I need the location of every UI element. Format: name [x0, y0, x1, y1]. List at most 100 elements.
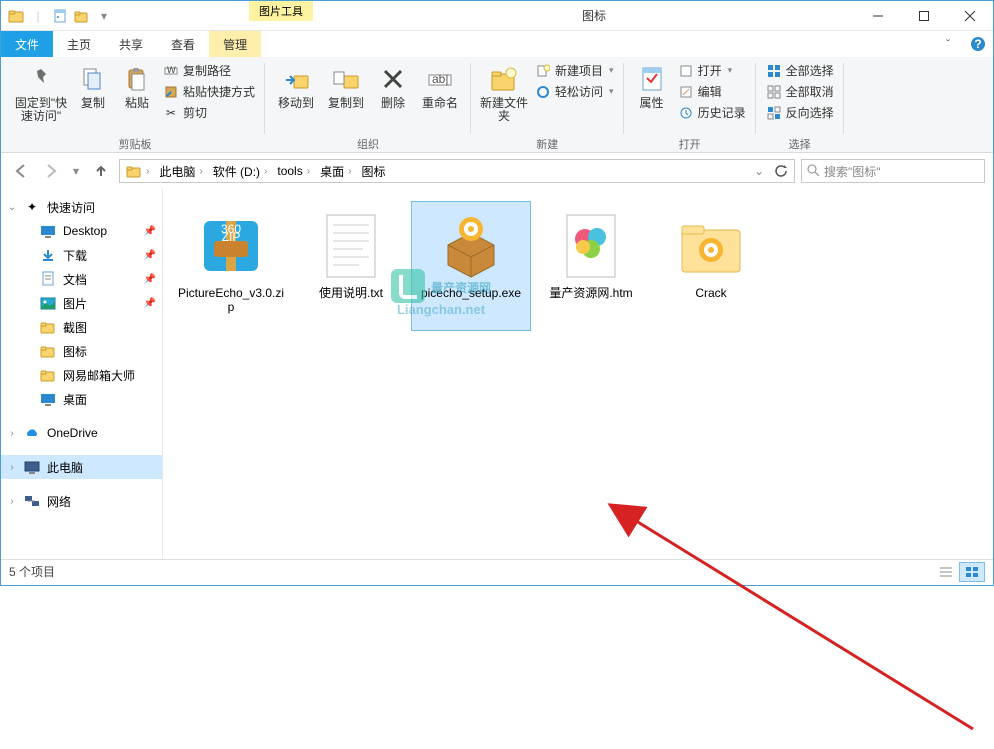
select-all-button[interactable]: 全部选择	[762, 61, 838, 80]
history-icon	[678, 105, 694, 121]
pin-icon: 📌	[144, 274, 156, 285]
forward-button[interactable]	[39, 159, 63, 183]
sidebar-item-desktop2[interactable]: 桌面	[1, 387, 162, 411]
group-label-organize: 组织	[271, 136, 465, 152]
move-to-button[interactable]: 移动到	[271, 59, 321, 110]
edit-icon	[678, 84, 694, 100]
pin-icon: 📌	[144, 226, 156, 237]
refresh-icon[interactable]	[770, 159, 792, 183]
pin-to-quick-access-button[interactable]: 固定到"快速访问"	[11, 59, 71, 123]
close-button[interactable]	[947, 1, 993, 30]
folder-icon[interactable]	[5, 5, 27, 27]
back-button[interactable]	[9, 159, 33, 183]
file-item[interactable]: Crack	[651, 201, 771, 331]
search-input[interactable]: 搜索"图标"	[801, 159, 985, 183]
qat-dropdown-icon[interactable]: ▾	[93, 5, 115, 27]
breadcrumb-item[interactable]: tools›	[273, 164, 316, 178]
cut-button[interactable]: ✂剪切	[159, 103, 259, 122]
folder-icon	[671, 208, 751, 284]
file-item[interactable]: 360ZIPPictureEcho_v3.0.zip	[171, 201, 291, 331]
new-folder-icon[interactable]	[71, 5, 93, 27]
sidebar-network[interactable]: ›网络	[1, 489, 162, 513]
window-title: 图标	[313, 1, 855, 30]
details-view-button[interactable]	[933, 562, 959, 582]
minimize-button[interactable]	[855, 1, 901, 30]
move-icon	[280, 63, 312, 95]
copy-to-button[interactable]: 复制到	[321, 59, 371, 110]
tab-file[interactable]: 文件	[1, 31, 53, 57]
new-item-button[interactable]: 新建项目▾	[531, 61, 618, 80]
rename-button[interactable]: ab|重命名	[415, 59, 465, 110]
file-label: picecho_setup.exe	[417, 284, 525, 302]
file-item[interactable]: 量产资源网.htm	[531, 201, 651, 331]
paste-icon	[121, 63, 153, 95]
new-folder-button[interactable]: 新建文件夹	[477, 59, 531, 123]
paste-button[interactable]: 粘贴	[115, 59, 159, 110]
invert-icon	[766, 105, 782, 121]
address-bar[interactable]: › 此电脑› 软件 (D:)› tools› 桌面› 图标 ⌄	[119, 159, 795, 183]
sidebar-item-icons[interactable]: 图标	[1, 339, 162, 363]
breadcrumb-item[interactable]: 桌面›	[316, 163, 357, 180]
breadcrumb-item[interactable]: 此电脑›	[155, 163, 208, 180]
sidebar-item-documents[interactable]: 文档📌	[1, 267, 162, 291]
tab-share[interactable]: 共享	[105, 31, 157, 57]
svg-text:w: w	[166, 64, 176, 76]
paste-shortcut-button[interactable]: 粘贴快捷方式	[159, 82, 259, 101]
easy-access-icon	[535, 84, 551, 100]
address-dropdown-icon[interactable]: ⌄	[748, 159, 770, 183]
ribbon-collapse-icon[interactable]: ˇ	[933, 31, 963, 57]
folder-icon	[39, 318, 57, 336]
shortcut-icon	[163, 84, 179, 100]
help-icon[interactable]: ?	[963, 31, 993, 57]
sidebar-this-pc[interactable]: ›此电脑	[1, 455, 162, 479]
open-button[interactable]: 打开▾	[674, 61, 750, 80]
cloud-icon	[23, 424, 41, 442]
tab-home[interactable]: 主页	[53, 31, 105, 57]
pc-icon	[23, 458, 41, 476]
sidebar-item-downloads[interactable]: 下载📌	[1, 243, 162, 267]
sidebar-item-netease[interactable]: 网易邮箱大师	[1, 363, 162, 387]
sidebar-item-desktop[interactable]: Desktop📌	[1, 219, 162, 243]
properties-button[interactable]: 属性	[630, 59, 674, 110]
edit-button[interactable]: 编辑	[674, 82, 750, 101]
svg-text:ab|: ab|	[432, 72, 448, 86]
sidebar-quick-access[interactable]: ⌄✦快速访问	[1, 195, 162, 219]
ribbon-tabs: 文件 主页 共享 查看 管理 ˇ ?	[1, 31, 993, 57]
tab-manage[interactable]: 管理	[209, 31, 261, 57]
file-item[interactable]: picecho_setup.exe	[411, 201, 531, 331]
sidebar-onedrive[interactable]: ›OneDrive	[1, 421, 162, 445]
copy-button[interactable]: 复制	[71, 59, 115, 110]
delete-button[interactable]: 删除	[371, 59, 415, 110]
folder-icon	[39, 222, 57, 240]
tab-view[interactable]: 查看	[157, 31, 209, 57]
select-none-button[interactable]: 全部取消	[762, 82, 838, 101]
copy-path-button[interactable]: w复制路径	[159, 61, 259, 80]
maximize-button[interactable]	[901, 1, 947, 30]
network-icon	[23, 492, 41, 510]
properties-icon[interactable]	[49, 5, 71, 27]
history-button[interactable]: 历史记录	[674, 103, 750, 122]
sidebar-item-screenshots[interactable]: 截图	[1, 315, 162, 339]
up-button[interactable]	[89, 159, 113, 183]
file-label: 量产资源网.htm	[545, 284, 636, 302]
ribbon: 固定到"快速访问" 复制 粘贴 w复制路径 粘贴快捷方式 ✂剪切 剪贴板 移动到…	[1, 57, 993, 153]
exe-icon	[431, 208, 511, 284]
sidebar-item-pictures[interactable]: 图片📌	[1, 291, 162, 315]
select-all-icon	[766, 63, 782, 79]
recent-dropdown-icon[interactable]: ▾	[69, 159, 83, 183]
svg-text:?: ?	[974, 37, 981, 51]
breadcrumb-item[interactable]: 图标	[357, 163, 389, 180]
group-label-new: 新建	[477, 136, 618, 152]
path-icon: w	[163, 63, 179, 79]
group-label-select: 选择	[762, 136, 838, 152]
icons-view-button[interactable]	[959, 562, 985, 582]
address-bar-row: ▾ › 此电脑› 软件 (D:)› tools› 桌面› 图标 ⌄ 搜索"图标"	[1, 153, 993, 189]
htm-icon	[551, 208, 631, 284]
file-item[interactable]: 使用说明.txt	[291, 201, 411, 331]
quick-access-toolbar: | ▾	[1, 1, 119, 30]
breadcrumb-item[interactable]: 软件 (D:)›	[209, 163, 274, 180]
easy-access-button[interactable]: 轻松访问▾	[531, 82, 618, 101]
pin-icon	[25, 63, 57, 95]
invert-selection-button[interactable]: 反向选择	[762, 103, 838, 122]
file-list[interactable]: 360ZIPPictureEcho_v3.0.zip使用说明.txt picech…	[163, 189, 993, 559]
